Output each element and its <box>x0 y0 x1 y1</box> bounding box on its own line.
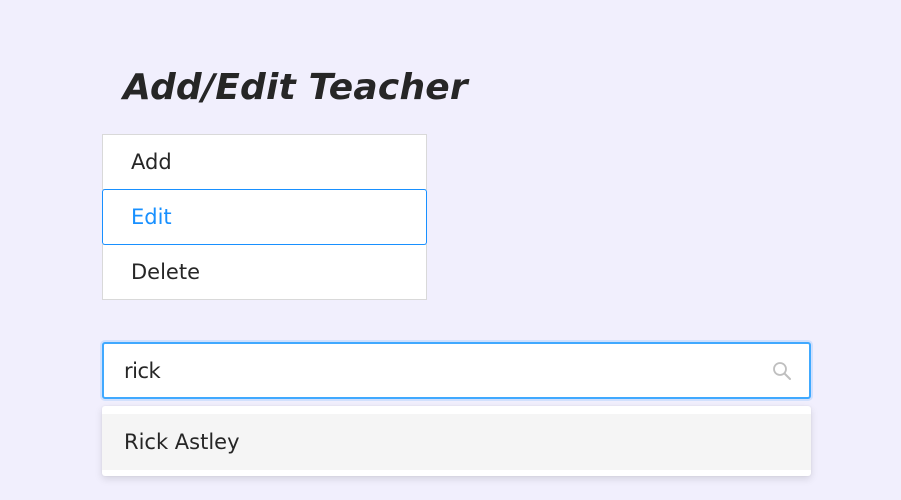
teacher-search-input[interactable] <box>124 344 744 397</box>
search-results-dropdown: Rick Astley <box>102 406 811 476</box>
mode-option-edit[interactable]: Edit <box>102 189 427 245</box>
teacher-search-box[interactable] <box>102 342 811 399</box>
mode-option-delete[interactable]: Delete <box>102 244 427 300</box>
search-icon[interactable] <box>771 360 793 382</box>
mode-option-add[interactable]: Add <box>102 134 427 190</box>
page-title: Add/Edit Teacher <box>123 67 468 108</box>
mode-selector: Add Edit Delete <box>102 134 427 300</box>
search-result-option[interactable]: Rick Astley <box>102 414 811 470</box>
